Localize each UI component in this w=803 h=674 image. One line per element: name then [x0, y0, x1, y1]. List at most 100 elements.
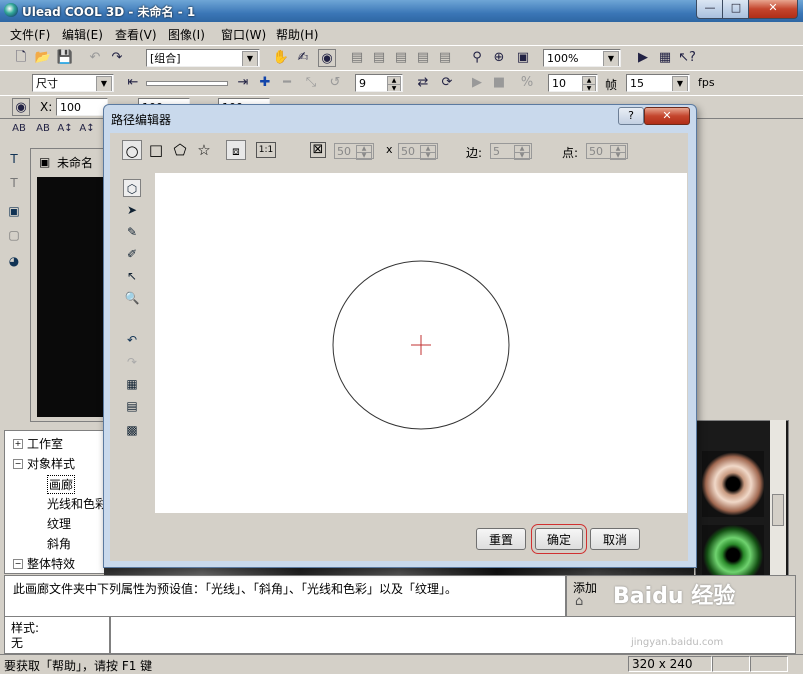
- open-folder-icon[interactable]: 📂: [34, 49, 52, 67]
- frame-number-field[interactable]: 9 ▲ ▼: [355, 74, 403, 92]
- new-file-icon[interactable]: 🗋: [12, 49, 30, 67]
- layer-icon-3[interactable]: ▤: [392, 49, 410, 67]
- remove-frame-icon[interactable]: ━: [278, 74, 296, 92]
- polygon-tool-icon[interactable]: ⬡: [123, 179, 141, 197]
- collapse-icon[interactable]: −: [13, 559, 23, 569]
- add-frame-icon[interactable]: ✚: [256, 74, 274, 92]
- fit-view-icon[interactable]: ⧈: [226, 140, 246, 160]
- tree-item-global-effects[interactable]: 整体特效: [27, 555, 75, 572]
- layer-icon-5[interactable]: ▤: [436, 49, 454, 67]
- insert-text-icon[interactable]: T: [5, 150, 23, 168]
- menu-view[interactable]: 查看(V): [115, 26, 157, 43]
- globe-icon[interactable]: ⊕: [490, 49, 508, 67]
- add-point-pen-icon[interactable]: ✎: [123, 223, 141, 241]
- frame-end-icon[interactable]: ⇥: [234, 74, 252, 92]
- document-window[interactable]: ▣ 未命名: [30, 148, 112, 422]
- spin-down-icon[interactable]: ▼: [387, 84, 401, 91]
- tree-item-object-style[interactable]: 对象样式: [27, 455, 75, 472]
- points-field[interactable]: 50 ▲ ▼: [586, 143, 628, 160]
- spin-down-icon[interactable]: ▼: [420, 152, 436, 160]
- target-icon[interactable]: ◉: [318, 49, 336, 67]
- grid-icon[interactable]: ⊠: [310, 142, 326, 158]
- pentagon-shape-icon[interactable]: ⬠: [170, 140, 190, 160]
- select-arrow-icon[interactable]: ➤: [123, 201, 141, 219]
- play-icon[interactable]: ▶: [468, 74, 486, 92]
- path-canvas[interactable]: [155, 173, 687, 513]
- reset-button[interactable]: 重置: [476, 528, 526, 550]
- context-help-icon[interactable]: ↖?: [678, 49, 696, 67]
- tree-item-bevel[interactable]: 斜角: [47, 535, 71, 552]
- gallery-thumb-copper[interactable]: [702, 451, 764, 517]
- x-field[interactable]: 100: [56, 98, 108, 116]
- undo-path-icon[interactable]: ↶: [123, 331, 141, 349]
- spin-down-icon[interactable]: ▼: [610, 152, 626, 160]
- grid-width-field[interactable]: 50 ▲ ▼: [334, 143, 374, 160]
- menu-image[interactable]: 图像(I): [168, 26, 205, 43]
- text-tool-1[interactable]: AB: [10, 120, 28, 138]
- expand-icon[interactable]: +: [13, 439, 23, 449]
- layer-icon-2[interactable]: ▤: [370, 49, 388, 67]
- circle-shape-icon[interactable]: ○: [122, 140, 142, 160]
- redo-path-icon[interactable]: ↷: [123, 353, 141, 371]
- redo-icon[interactable]: ↷: [108, 49, 126, 67]
- grid-height-field[interactable]: 50 ▲ ▼: [398, 143, 438, 160]
- geometric-shape-icon[interactable]: ◕: [5, 252, 23, 270]
- refresh-icon[interactable]: ⟳: [438, 74, 456, 92]
- square-shape-icon[interactable]: □: [146, 140, 166, 160]
- spin-down-icon[interactable]: ▼: [582, 84, 596, 91]
- text-tool-4[interactable]: A↕: [78, 120, 96, 138]
- gallery-thumb-green[interactable]: [702, 525, 764, 575]
- key-frame-icon[interactable]: ⤡: [302, 74, 320, 92]
- insert-graphic-icon[interactable]: ▣: [5, 202, 23, 220]
- text-tool-3[interactable]: A↕: [56, 120, 74, 138]
- layer-icon-1[interactable]: ▤: [348, 49, 366, 67]
- tree-item-texture[interactable]: 纹理: [47, 515, 71, 532]
- reverse-icon[interactable]: ↺: [326, 74, 344, 92]
- zoom-select[interactable]: 100% ▼: [543, 49, 621, 67]
- dialog-close-button[interactable]: ✕: [644, 107, 690, 125]
- scrollbar-thumb[interactable]: [772, 494, 784, 526]
- tree-item-light-color[interactable]: 光线和色彩: [47, 495, 107, 512]
- stop-icon[interactable]: ■: [490, 74, 508, 92]
- size-select[interactable]: 尺寸 ▼: [32, 74, 114, 92]
- close-button[interactable]: ✕: [748, 0, 798, 19]
- document-canvas[interactable]: [37, 177, 105, 417]
- text-tool-2[interactable]: AB: [34, 120, 52, 138]
- object-group-select[interactable]: [组合] ▼: [146, 49, 260, 67]
- menu-window[interactable]: 窗口(W): [221, 26, 266, 43]
- cancel-button[interactable]: 取消: [590, 528, 640, 550]
- minimize-button[interactable]: —: [696, 0, 724, 19]
- dialog-help-button[interactable]: ?: [618, 107, 644, 125]
- star-shape-icon[interactable]: ☆: [194, 140, 214, 160]
- hand-move-icon[interactable]: ✋: [272, 49, 290, 67]
- collapse-icon[interactable]: −: [13, 459, 23, 469]
- export-icon[interactable]: ▶: [634, 49, 652, 67]
- spin-down-icon[interactable]: ▼: [356, 152, 372, 160]
- hand-rotate-icon[interactable]: ✍: [294, 49, 312, 67]
- frame-start-icon[interactable]: ⇤: [124, 74, 142, 92]
- spin-down-icon[interactable]: ▼: [514, 152, 530, 160]
- ok-button[interactable]: 确定: [531, 524, 587, 554]
- save-icon[interactable]: 💾: [56, 49, 74, 67]
- position-target-icon[interactable]: ◉: [12, 98, 30, 116]
- import-path-icon[interactable]: ▦: [123, 375, 141, 393]
- copy-path-icon[interactable]: ▤: [123, 397, 141, 415]
- tree-item-gallery[interactable]: 画廊: [47, 475, 76, 494]
- chart-icon[interactable]: ▣: [514, 49, 532, 67]
- gallery-scrollbar[interactable]: [770, 420, 786, 575]
- flip-path-icon[interactable]: ▩: [123, 421, 141, 439]
- delete-point-pen-icon[interactable]: ✐: [123, 245, 141, 263]
- menu-help[interactable]: 帮助(H): [276, 26, 318, 43]
- undo-icon[interactable]: ↶: [86, 49, 104, 67]
- loop-icon[interactable]: ⇄: [414, 74, 432, 92]
- image-export-icon[interactable]: ▦: [656, 49, 674, 67]
- menu-edit[interactable]: 编辑(E): [62, 26, 103, 43]
- actual-size-icon[interactable]: 1:1: [256, 142, 276, 158]
- convert-point-icon[interactable]: ↖: [123, 267, 141, 285]
- edit-graphic-icon[interactable]: ▢: [5, 226, 23, 244]
- edit-text-icon[interactable]: T: [5, 174, 23, 192]
- zoom-tool-icon[interactable]: 🔍: [123, 289, 141, 307]
- percent-icon[interactable]: %: [518, 74, 536, 92]
- tree-item-studio[interactable]: 工作室: [27, 435, 63, 452]
- add-icon[interactable]: ⌂: [575, 594, 583, 609]
